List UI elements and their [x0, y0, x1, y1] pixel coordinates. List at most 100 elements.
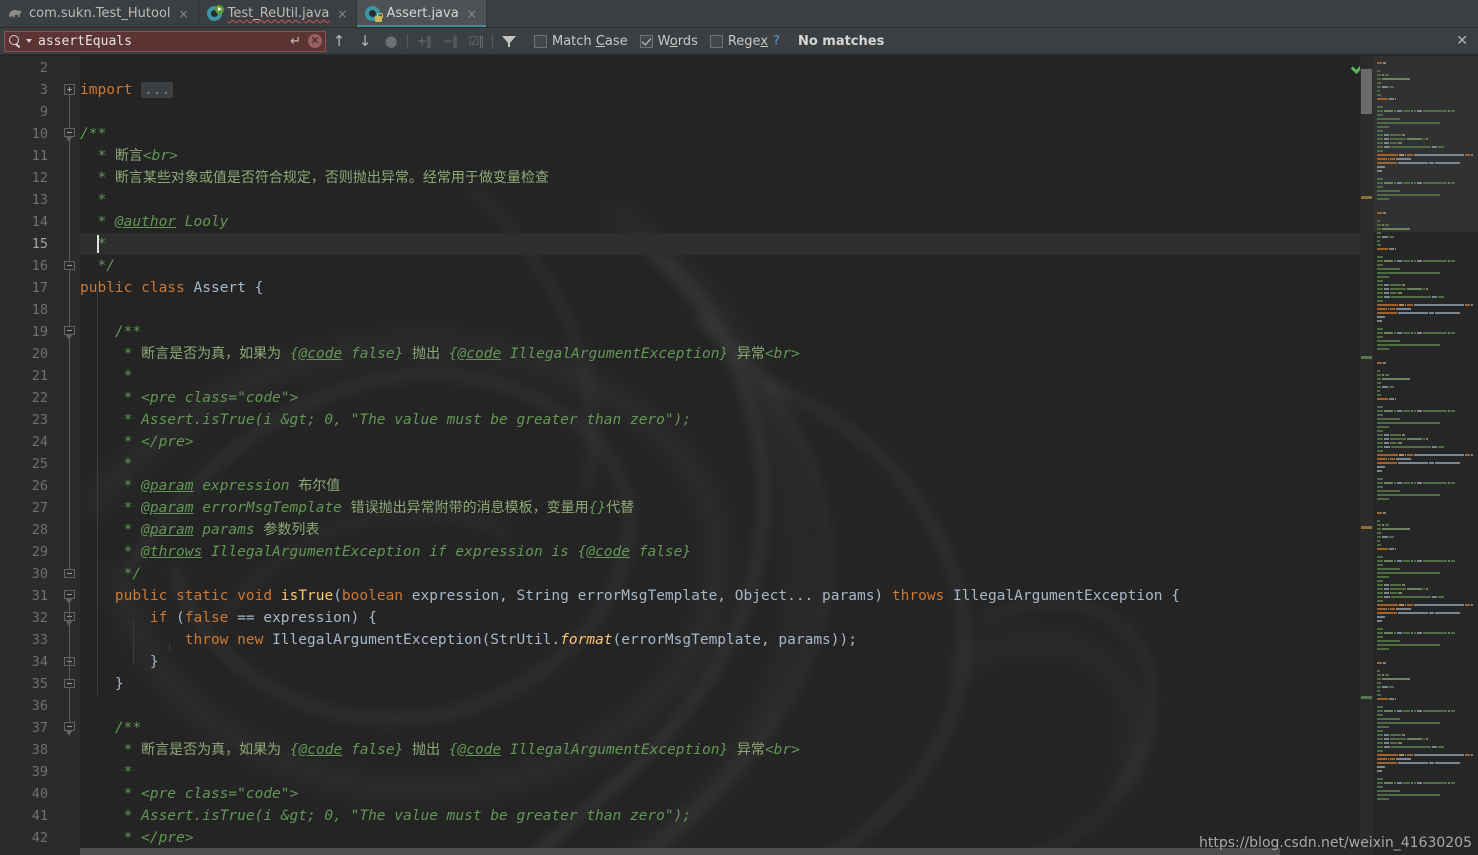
- horizontal-scrollbar[interactable]: [80, 848, 1360, 855]
- code-lines-container[interactable]: 23import ...910/**11 * 断言<br>12 * 断言某些对象…: [0, 56, 1478, 855]
- select-all-occurrences-icon[interactable]: ●: [378, 29, 404, 53]
- minimap-line: [1395, 698, 1396, 700]
- line-number: 40: [0, 783, 48, 805]
- minimap-line: [1423, 110, 1447, 112]
- minimap-line: [1377, 560, 1383, 562]
- minimap-line: [1471, 304, 1473, 306]
- fold-collapse-icon[interactable]: [64, 128, 75, 141]
- minimap-line: [1389, 236, 1394, 238]
- tab-com-sukn-test-hutool[interactable]: com.sukn.Test_Hutool ×: [0, 0, 199, 27]
- fold-collapse-icon[interactable]: [64, 326, 75, 339]
- java-class-run-icon: [207, 6, 222, 21]
- minimap-line: [1377, 90, 1380, 92]
- tab-test-reutil-java[interactable]: Test_ReUtil.java ×: [199, 0, 358, 27]
- filter-funnel-icon[interactable]: [496, 29, 522, 53]
- fold-collapse-icon[interactable]: [64, 590, 75, 603]
- close-find-bar-icon[interactable]: ✕: [1446, 33, 1478, 49]
- code-editor[interactable]: 23import ...910/**11 * 断言<br>12 * 断言某些对象…: [0, 56, 1478, 855]
- horizontal-scrollbar-thumb[interactable]: [80, 848, 1280, 855]
- minimap-line: [1385, 524, 1389, 526]
- minimap-line: [1402, 734, 1405, 736]
- minimap-line: [1377, 426, 1389, 428]
- minimap-line: [1377, 568, 1400, 570]
- tab-close-icon[interactable]: ×: [179, 8, 189, 20]
- minimap-line: [1377, 304, 1398, 306]
- regex-help-icon[interactable]: ?: [773, 34, 780, 49]
- minimap-viewport[interactable]: [1373, 56, 1478, 232]
- minimap-line: [1397, 632, 1402, 634]
- minimap-line: [1385, 74, 1389, 76]
- minimap-line: [1438, 746, 1444, 748]
- words-box[interactable]: [640, 35, 653, 48]
- minimap-line: [1377, 544, 1381, 546]
- minimap-line: [1377, 632, 1383, 634]
- enter-icon[interactable]: ↵: [290, 34, 301, 49]
- minimap-line: [1403, 410, 1410, 412]
- scrollbar-marker[interactable]: [1361, 526, 1372, 529]
- line-number: 10: [0, 123, 48, 145]
- minimap-line: [1423, 560, 1447, 562]
- find-next-button[interactable]: ↓: [352, 29, 378, 53]
- minimap-line: [1398, 142, 1402, 144]
- line-number: 36: [0, 695, 48, 717]
- minimap-line: [1448, 260, 1450, 262]
- minimap-line: [1407, 288, 1422, 290]
- minimap-line: [1382, 386, 1388, 388]
- minimap-line: [1377, 710, 1383, 712]
- minimap-line: [1429, 312, 1434, 314]
- minimap-line: [1465, 154, 1470, 156]
- regex-checkbox[interactable]: Regex: [710, 34, 768, 49]
- minimap-line: [1377, 524, 1381, 526]
- minimap-line: [1377, 782, 1383, 784]
- tab-close-icon[interactable]: ×: [467, 8, 477, 20]
- minimap-line: [1377, 644, 1440, 646]
- fold-region-end-icon[interactable]: [64, 261, 75, 270]
- scrollbar-marker[interactable]: [1361, 696, 1372, 699]
- remove-selection-icon[interactable]: −‖: [437, 29, 463, 53]
- match-case-checkbox[interactable]: Match Case: [534, 34, 628, 49]
- find-previous-button[interactable]: ↑: [326, 29, 352, 53]
- minimap-line: [1414, 482, 1416, 484]
- minimap-line: [1377, 648, 1389, 650]
- vertical-scrollbar-thumb[interactable]: [1361, 69, 1372, 114]
- minimap-line: [1397, 410, 1402, 412]
- code-minimap[interactable]: [1373, 56, 1478, 855]
- minimap-line: [1377, 482, 1383, 484]
- words-checkbox[interactable]: Words: [640, 34, 698, 49]
- minimap-line: [1414, 182, 1416, 184]
- minimap-line: [1377, 130, 1383, 132]
- minimap-line: [1377, 280, 1383, 282]
- minimap-line: [1377, 620, 1382, 622]
- minimap-line: [1448, 782, 1450, 784]
- scrollbar-marker[interactable]: [1361, 196, 1372, 199]
- minimap-line: [1411, 182, 1413, 184]
- scrollbar-marker[interactable]: [1361, 356, 1372, 359]
- match-case-box[interactable]: [534, 35, 547, 48]
- minimap-line: [1377, 170, 1382, 172]
- minimap-line: [1414, 260, 1416, 262]
- select-all-lines-icon[interactable]: ☑‖: [463, 29, 489, 53]
- minimap-line: [1377, 336, 1383, 338]
- code-line-text: * @param expression 布尔值: [80, 475, 340, 497]
- regex-box[interactable]: [710, 35, 723, 48]
- tab-assert-java[interactable]: Assert.java ×: [357, 0, 486, 27]
- minimap-line: [1377, 308, 1387, 310]
- chevron-down-icon[interactable]: [26, 39, 32, 43]
- fold-collapse-icon[interactable]: [64, 722, 75, 735]
- fold-region-end-icon[interactable]: [64, 569, 75, 578]
- minimap-line: [1411, 260, 1413, 262]
- minimap-line: [1377, 162, 1397, 164]
- add-selection-icon[interactable]: +‖: [411, 29, 437, 53]
- minimap-line: [1417, 482, 1422, 484]
- vertical-scrollbar[interactable]: [1360, 56, 1373, 855]
- code-line-text: */: [80, 255, 115, 277]
- search-status-label: No matches: [798, 34, 884, 49]
- fold-expand-icon[interactable]: [64, 84, 75, 95]
- search-input[interactable]: assertEquals ↵ ✕: [4, 31, 326, 52]
- minimap-line: [1390, 758, 1395, 760]
- minimap-line: [1377, 766, 1385, 768]
- fold-region-end-icon[interactable]: [64, 679, 75, 688]
- tab-close-icon[interactable]: ×: [337, 8, 347, 20]
- minimap-line: [1429, 462, 1434, 464]
- clear-search-icon[interactable]: ✕: [308, 34, 322, 48]
